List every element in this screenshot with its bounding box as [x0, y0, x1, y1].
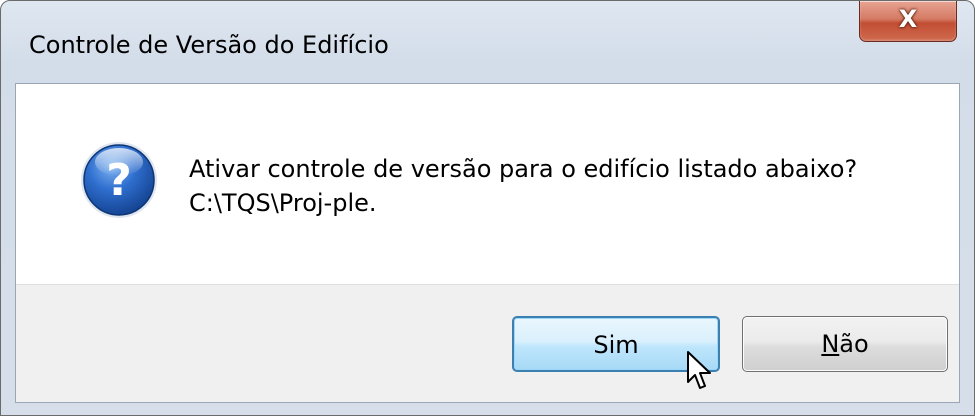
no-button-mnemonic: N	[821, 330, 840, 358]
message-question: Ativar controle de versão para o edifíci…	[189, 155, 858, 183]
mouse-pointer-icon	[687, 351, 711, 389]
message-text: Ativar controle de versão para o edifíci…	[189, 152, 857, 220]
dialog-client-area: ? Ativar controle de versão para o edifí…	[15, 83, 960, 403]
question-icon: ?	[81, 142, 157, 218]
svg-text:?: ?	[106, 155, 132, 206]
dialog-title: Controle de Versão do Edifício	[29, 31, 389, 59]
no-button[interactable]: Não	[742, 316, 948, 372]
close-icon: X	[898, 5, 918, 33]
message-area: ? Ativar controle de versão para o edifí…	[16, 84, 959, 285]
title-bar[interactable]: Controle de Versão do Edifício X	[1, 1, 974, 83]
message-path: C:\TQS\Proj-ple.	[189, 189, 377, 217]
no-button-label: ão	[839, 330, 869, 358]
dialog-window: Controle de Versão do Edifício X ? Ativa…	[0, 0, 975, 416]
close-button[interactable]: X	[859, 1, 957, 42]
